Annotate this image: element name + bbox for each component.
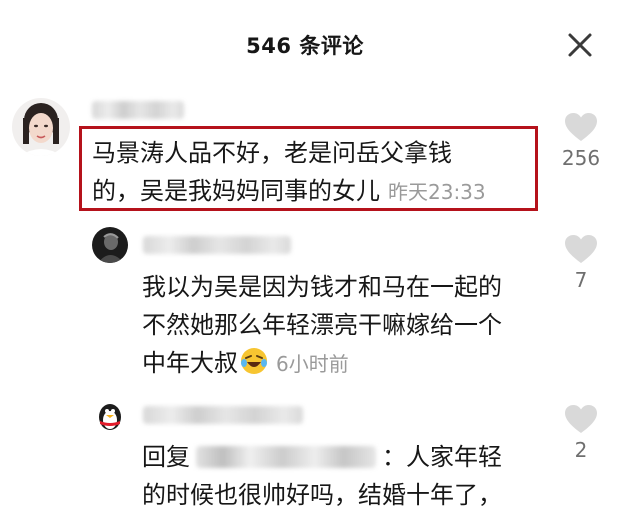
- heart-icon: [565, 113, 597, 141]
- comment-line: 不然她那么年轻漂亮干嘛嫁给一个: [142, 311, 502, 339]
- comment-line: 中年大叔: [142, 349, 238, 377]
- comment-body[interactable]: 我以为吴是因为钱才和马在一起的 不然她那么年轻漂亮干嘛嫁给一个 中年大叔 6小时…: [142, 268, 552, 383]
- comment-line: 马景涛人品不好，老是问岳父拿钱: [92, 139, 452, 167]
- like-button[interactable]: 2: [556, 404, 606, 462]
- laughing-crying-emoji-icon: [241, 348, 267, 374]
- comment-timestamp: 昨天23:33: [388, 180, 486, 204]
- comment-line: 我以为吴是因为钱才和马在一起的: [142, 273, 502, 301]
- comments-header: 546 条评论: [0, 0, 640, 88]
- username-blurred: [143, 406, 303, 424]
- like-button[interactable]: 7: [556, 234, 606, 292]
- comment-body[interactable]: 马景涛人品不好，老是问岳父拿钱 的，吴是我妈妈同事的女儿 昨天23:33: [92, 134, 532, 211]
- avatar[interactable]: [12, 98, 70, 156]
- close-icon: [568, 33, 592, 57]
- like-count: 256: [561, 146, 601, 170]
- mention-blurred[interactable]: [196, 446, 376, 468]
- comment-count-title: 546 条评论: [246, 34, 364, 58]
- username-blurred: [143, 236, 291, 254]
- comment-timestamp: 6小时前: [276, 352, 349, 376]
- comment-line: 的，吴是我妈妈同事的女儿: [92, 177, 380, 205]
- comment-line-with-time: 的，吴是我妈妈同事的女儿 昨天23:33: [92, 172, 532, 211]
- comment-line-with-mention: 回复 ：人家年轻: [142, 438, 562, 476]
- comment-line: 的时候也很帅好吗，结婚十年了，: [142, 481, 502, 509]
- comment-line: ：人家年轻: [382, 443, 502, 471]
- heart-icon: [565, 405, 597, 433]
- like-button[interactable]: 256: [556, 112, 606, 170]
- comment-line-with-time: 中年大叔 6小时前: [142, 344, 552, 383]
- avatar[interactable]: [92, 227, 128, 263]
- heart-icon: [565, 235, 597, 263]
- like-count: 2: [574, 438, 588, 462]
- avatar[interactable]: [92, 397, 128, 433]
- close-button[interactable]: [562, 27, 598, 63]
- comment-body[interactable]: 回复 ：人家年轻 的时候也很帅好吗，结婚十年了，: [142, 438, 562, 514]
- username-blurred: [92, 101, 184, 119]
- like-count: 7: [574, 268, 588, 292]
- reply-prefix: 回复: [142, 443, 190, 471]
